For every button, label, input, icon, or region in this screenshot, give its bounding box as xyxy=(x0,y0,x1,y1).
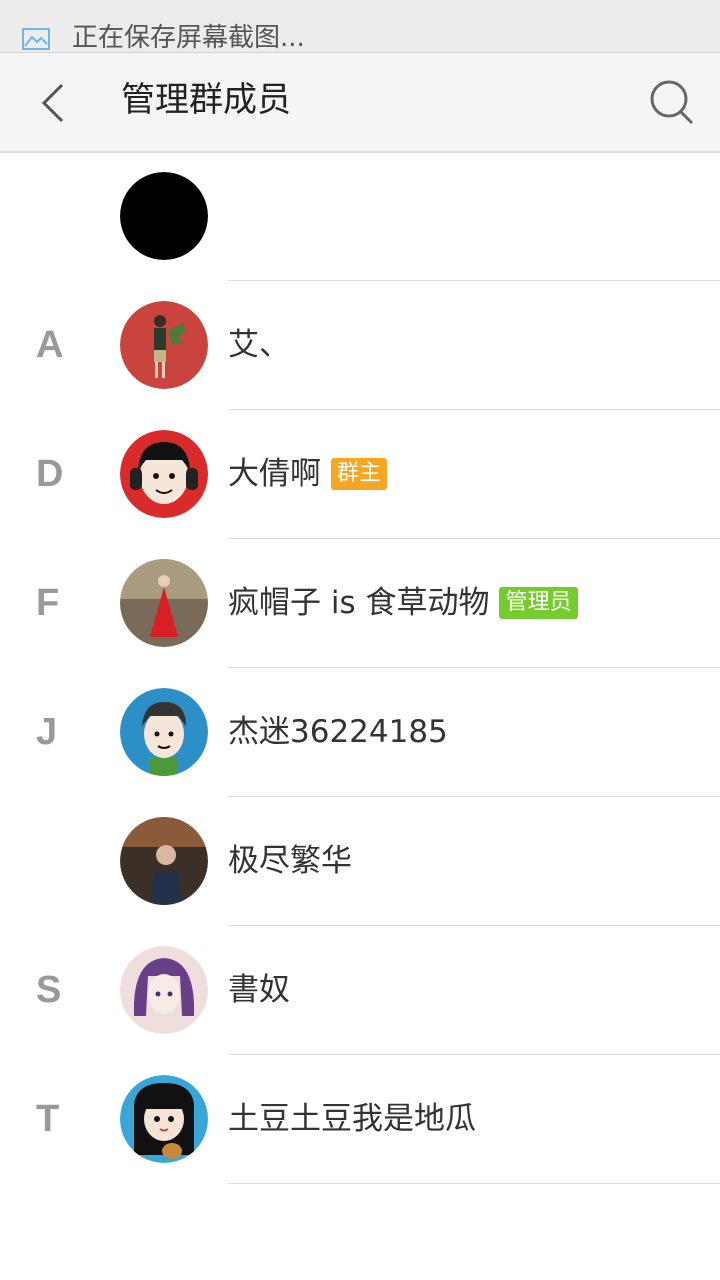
search-icon[interactable] xyxy=(646,75,698,131)
index-letter: J xyxy=(36,711,58,753)
member-name: 書奴 xyxy=(228,972,290,1008)
member-row[interactable]: J 杰迷36224185 xyxy=(0,668,720,797)
member-name: 极尽繁华 xyxy=(228,843,352,879)
owner-badge: 群主 xyxy=(331,458,388,490)
member-name: 疯帽子 is 食草动物 xyxy=(228,585,490,621)
back-arrow-icon[interactable] xyxy=(30,75,78,131)
member-row[interactable]: D 大倩啊 群主 xyxy=(0,410,720,539)
notification-text: 正在保存屏幕截图... xyxy=(72,23,305,53)
notification-bar: 正在保存屏幕截图... xyxy=(0,0,720,53)
index-letter: T xyxy=(36,1098,60,1140)
index-letter: D xyxy=(36,453,64,495)
index-letter: F xyxy=(36,582,60,624)
page-title: 管理群成员 xyxy=(121,80,291,120)
girl-plant-avatar xyxy=(120,301,208,389)
cartoon-boy-avatar xyxy=(120,688,208,776)
member-row[interactable]: A 艾、 xyxy=(0,281,720,410)
black-avatar xyxy=(120,172,208,260)
red-dress-avatar xyxy=(120,559,208,647)
member-row[interactable]: 极尽繁华 xyxy=(0,797,720,926)
image-icon xyxy=(22,28,50,50)
admin-badge: 管理员 xyxy=(499,587,578,619)
divider xyxy=(228,1183,720,1184)
index-letter: S xyxy=(36,969,62,1011)
member-list: A 艾、 D 大倩啊 群主 F 疯帽子 is 食草动物 管理员 J 杰迷3622… xyxy=(0,152,720,1184)
photo-boy-avatar xyxy=(120,817,208,905)
member-name: 杰迷36224185 xyxy=(228,714,448,750)
cartoon-girl-guitar-avatar xyxy=(120,1075,208,1163)
member-name: 土豆土豆我是地瓜 xyxy=(228,1101,476,1137)
member-name: 艾、 xyxy=(228,327,290,363)
cartoon-headphones-avatar xyxy=(120,430,208,518)
app-header: 管理群成员 xyxy=(0,53,720,153)
member-row[interactable]: T 土豆土豆我是地瓜 xyxy=(0,1055,720,1184)
index-letter: A xyxy=(36,324,64,366)
anime-girl-avatar xyxy=(120,946,208,1034)
member-row[interactable]: S 書奴 xyxy=(0,926,720,1055)
member-name: 大倩啊 xyxy=(228,456,321,492)
member-row[interactable]: F 疯帽子 is 食草动物 管理员 xyxy=(0,539,720,668)
member-row[interactable] xyxy=(0,152,720,281)
